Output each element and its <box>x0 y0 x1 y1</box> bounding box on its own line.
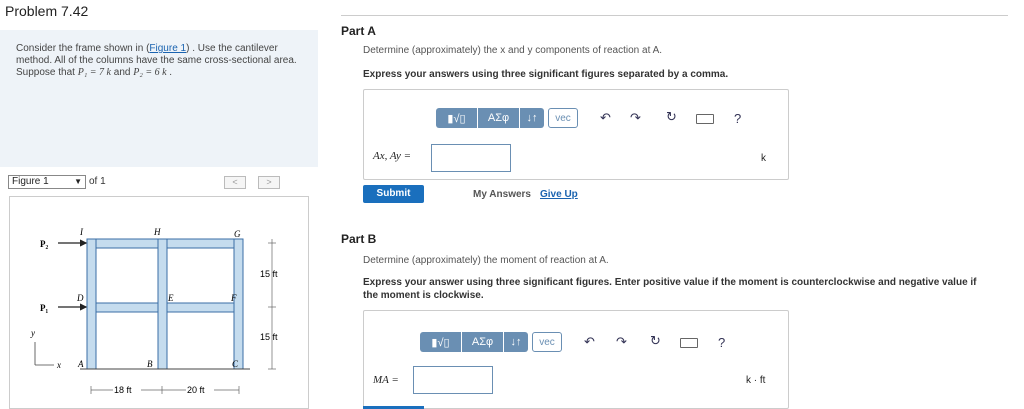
part-b-answer-input[interactable] <box>413 366 493 394</box>
dropdown-caret-icon: ▼ <box>74 177 82 186</box>
greek-button[interactable]: ΑΣφ <box>478 108 520 128</box>
page-title: Problem 7.42 <box>5 3 89 19</box>
problem-statement: Consider the frame shown in (Figure 1) .… <box>16 43 297 78</box>
part-b-instruction: Express your answer using three signific… <box>363 277 977 301</box>
part-b-unit: k · ft <box>746 375 766 386</box>
label-d: D <box>76 293 84 303</box>
help-button[interactable]: ? <box>734 111 741 126</box>
p1-value: P₁ = 7 k <box>77 67 111 78</box>
templates-button[interactable]: ▮√▯ <box>436 108 478 128</box>
redo-icon[interactable]: ↷ <box>630 110 641 126</box>
figure-link[interactable]: Figure 1 <box>149 43 186 54</box>
part-a-title: Part A <box>341 24 376 38</box>
give-up-link[interactable]: Give Up <box>540 189 578 200</box>
part-b-answer-label: MA = <box>373 374 399 386</box>
greek-button[interactable]: ΑΣφ <box>462 332 504 352</box>
dim-upper: 15 ft <box>260 269 278 279</box>
help-button[interactable]: ? <box>718 335 725 350</box>
next-figure-button[interactable]: > <box>258 176 280 189</box>
label-a: A <box>77 359 84 369</box>
dim-right: 20 ft <box>187 385 205 395</box>
label-c: C <box>232 359 239 369</box>
part-a-unit: k <box>761 153 766 164</box>
templates-button[interactable]: ▮√▯ <box>420 332 462 352</box>
part-b-question: Determine (approximately) the moment of … <box>363 255 609 266</box>
label-p2: P₂ <box>40 239 48 249</box>
label-h: H <box>153 227 161 237</box>
axis-x-label: x <box>56 360 61 370</box>
part-a-toolbar: ▮√▯ ΑΣφ ↓↑ vec <box>436 108 578 128</box>
part-a-question: Determine (approximately) the x and y co… <box>363 45 663 56</box>
part-b-answer-box: ▮√▯ ΑΣφ ↓↑ vec ↶ ↷ ↻ ? MA = k · ft <box>363 310 789 409</box>
subscript-button[interactable]: ↓↑ <box>504 332 528 352</box>
keyboard-icon[interactable] <box>680 338 698 348</box>
part-a-answer-input[interactable] <box>431 144 511 172</box>
undo-icon[interactable]: ↶ <box>584 334 595 350</box>
part-a-answer-label: Ax, Ay = <box>373 150 412 162</box>
figure-count: of 1 <box>89 176 106 187</box>
axis-y-label: y <box>30 328 35 338</box>
submit-button[interactable]: Submit <box>363 185 424 203</box>
reset-icon[interactable]: ↻ <box>666 109 677 125</box>
reset-icon[interactable]: ↻ <box>650 333 661 349</box>
p2-value: P₂ = 6 k <box>133 67 167 78</box>
keyboard-icon[interactable] <box>696 114 714 124</box>
figure-frame: P₂ P₁ I H G D E F A B C y x 15 ft 15 ft <box>9 196 309 409</box>
part-b-title: Part B <box>341 232 377 246</box>
label-p1: P₁ <box>40 303 48 313</box>
label-i: I <box>79 227 84 237</box>
prev-figure-button[interactable]: < <box>224 176 246 189</box>
frame-diagram: P₂ P₁ I H G D E F A B C y x 15 ft 15 ft <box>30 227 278 396</box>
column-right <box>233 238 244 370</box>
label-f: F <box>230 293 237 303</box>
column-left <box>86 238 97 370</box>
label-e: E <box>167 293 174 303</box>
part-b-toolbar: ▮√▯ ΑΣφ ↓↑ vec <box>420 332 562 352</box>
divider <box>341 15 1008 16</box>
vec-button[interactable]: vec <box>532 332 562 352</box>
label-g: G <box>234 229 241 239</box>
dim-left: 18 ft <box>114 385 132 395</box>
part-a-instruction: Express your answers using three signifi… <box>363 69 729 80</box>
my-answers-link[interactable]: My Answers <box>473 189 531 200</box>
redo-icon[interactable]: ↷ <box>616 334 627 350</box>
column-center <box>157 238 168 370</box>
undo-icon[interactable]: ↶ <box>600 110 611 126</box>
vec-button[interactable]: vec <box>548 108 578 128</box>
figure-select[interactable]: Figure 1 ▼ <box>8 175 86 189</box>
dim-lower: 15 ft <box>260 332 278 342</box>
label-b: B <box>147 359 153 369</box>
subscript-button[interactable]: ↓↑ <box>520 108 544 128</box>
part-a-answer-box: ▮√▯ ΑΣφ ↓↑ vec ↶ ↷ ↻ ? Ax, Ay = k <box>363 89 789 180</box>
